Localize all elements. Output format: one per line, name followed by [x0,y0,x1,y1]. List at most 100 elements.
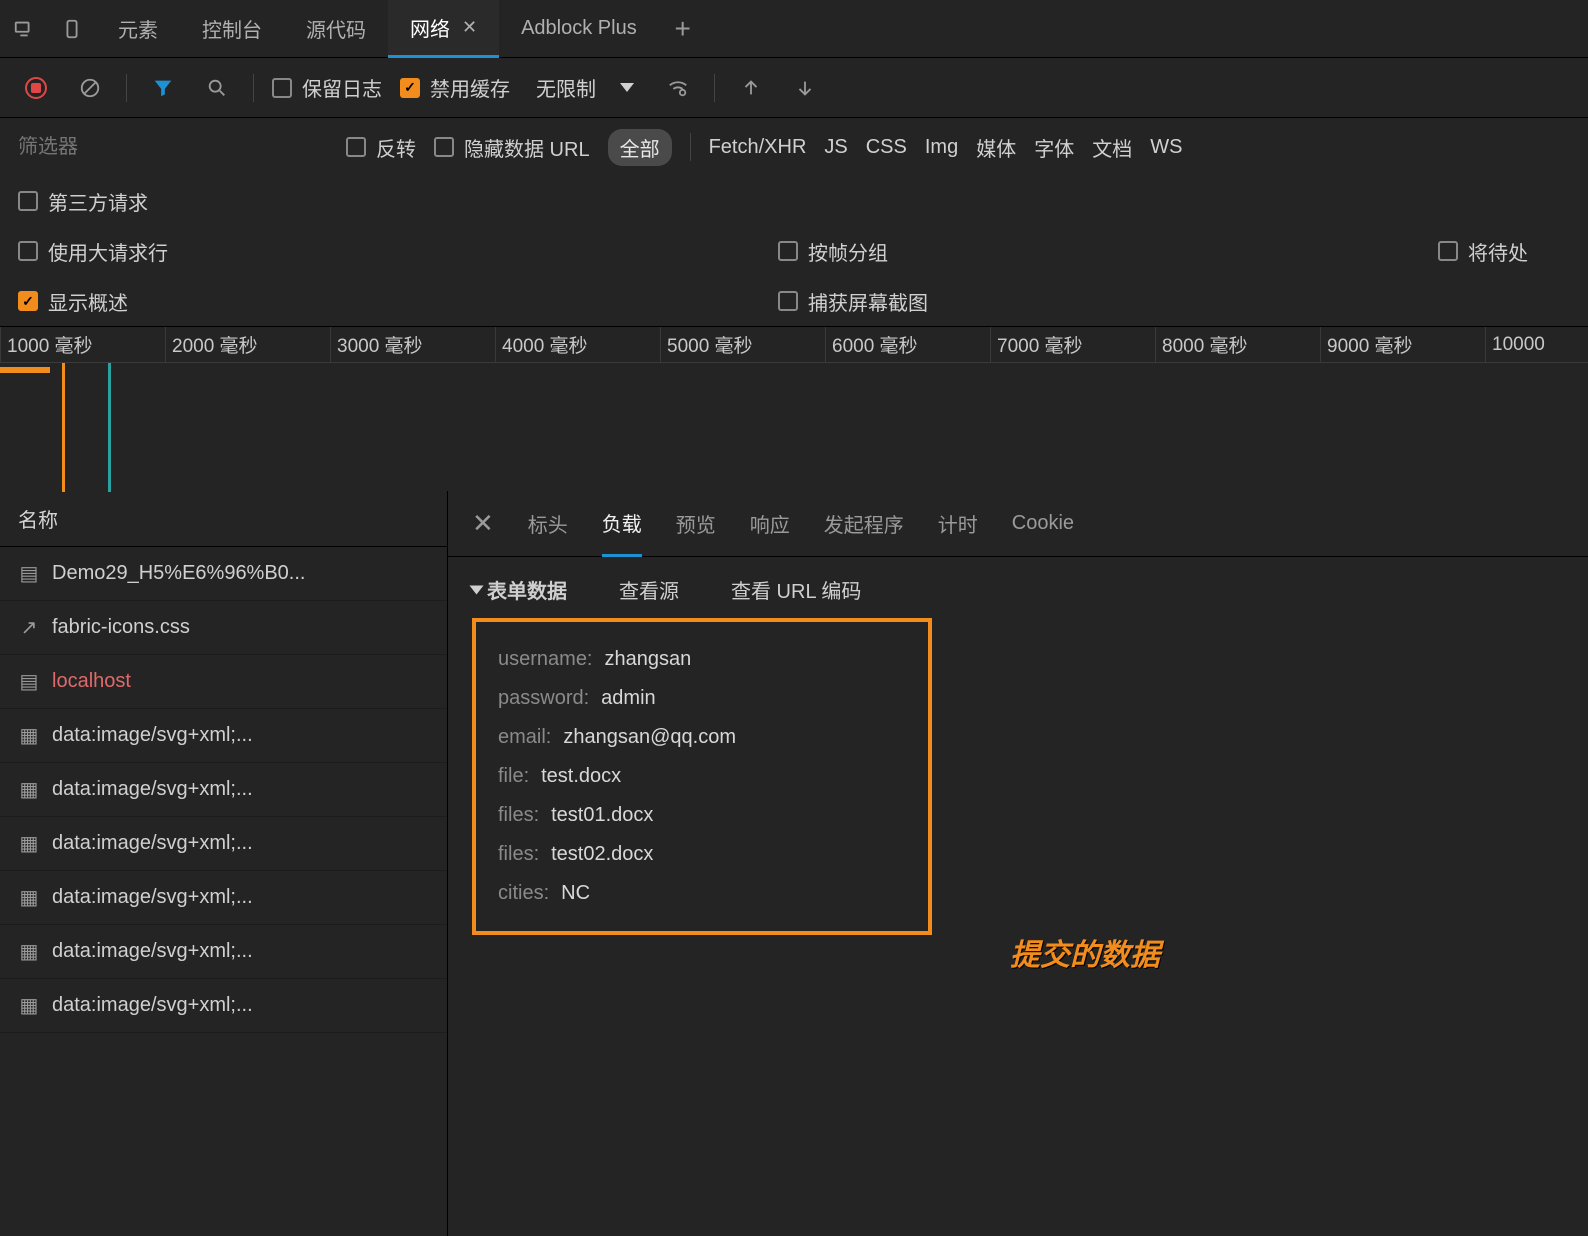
detail-tab-payload[interactable]: 负载 [602,491,642,557]
request-name: data:image/svg+xml;... [52,778,253,801]
filter-type[interactable]: 文档 [1092,133,1132,162]
screenshots-label: 捕获屏幕截图 [808,287,928,316]
payload-panel: 表单数据 查看源 查看 URL 编码 username:zhangsan pas… [448,557,1588,953]
timeline-marker[interactable] [108,363,111,492]
form-row: file:test.docx [498,757,906,796]
timeline-tick: 5000 毫秒 [660,327,825,362]
close-icon[interactable]: ✕ [462,17,477,38]
form-key: cities: [498,882,549,905]
timeline[interactable]: 1000 毫秒 2000 毫秒 3000 毫秒 4000 毫秒 5000 毫秒 … [0,326,1588,491]
timeline-marker[interactable] [62,363,65,492]
wifi-settings-icon[interactable] [660,70,696,106]
filter-type[interactable]: Img [925,136,958,159]
filter-type[interactable]: WS [1150,136,1182,159]
preserve-log-checkbox[interactable]: 保留日志 [272,73,382,102]
detail-tab-preview[interactable]: 预览 [676,491,716,557]
timeline-tick: 10000 [1485,327,1588,362]
tab-sources[interactable]: 源代码 [284,0,388,58]
filter-type[interactable]: JS [824,136,847,159]
add-tab-icon[interactable]: + [659,0,707,58]
annotation-label: 提交的数据 [1010,930,1160,974]
filter-type[interactable]: Fetch/XHR [709,136,807,159]
pending-label: 将待处 [1468,237,1528,266]
request-name: fabric-icons.css [52,616,190,639]
throttling-select[interactable]: 无限制 [528,73,642,102]
request-item[interactable]: ↗fabric-icons.css [0,601,447,655]
show-overview-checkbox[interactable]: 显示概述 [18,287,718,316]
options-row-2: 使用大请求行 按帧分组 将待处 [0,226,1588,276]
invert-checkbox[interactable]: 反转 [346,133,416,162]
request-item[interactable]: ▦data:image/svg+xml;... [0,709,447,763]
screenshots-checkbox[interactable]: 捕获屏幕截图 [778,287,1258,316]
timeline-tick: 1000 毫秒 [0,327,165,362]
group-frame-checkbox[interactable]: 按帧分组 [778,237,1378,266]
mobile-icon[interactable] [48,0,96,58]
detail-tab-response[interactable]: 响应 [750,491,790,557]
detail-tab-initiator[interactable]: 发起程序 [824,491,904,557]
form-val: test.docx [541,765,621,788]
detail-tabs: ✕ 标头 负载 预览 响应 发起程序 计时 Cookie [448,491,1588,557]
close-detail-icon[interactable]: ✕ [472,508,494,539]
request-item[interactable]: ▦data:image/svg+xml;... [0,925,447,979]
search-icon[interactable] [199,70,235,106]
large-rows-checkbox[interactable]: 使用大请求行 [18,237,718,266]
form-val: zhangsan [605,648,692,671]
view-encoded-link[interactable]: 查看 URL 编码 [731,575,861,604]
request-item[interactable]: ▤ Demo29_H5%E6%96%B0... [0,547,447,601]
filter-type[interactable]: 字体 [1034,133,1074,162]
main-tabs: 元素 控制台 源代码 网络✕ Adblock Plus + [0,0,1588,58]
form-row: cities:NC [498,874,906,913]
disable-cache-label: 禁用缓存 [430,73,510,102]
form-row: email:zhangsan@qq.com [498,718,906,757]
view-source-link[interactable]: 查看源 [619,575,679,604]
image-icon: ▦ [18,887,40,909]
disable-cache-checkbox[interactable]: 禁用缓存 [400,73,510,102]
request-item[interactable]: ▦data:image/svg+xml;... [0,871,447,925]
upload-icon[interactable] [733,70,769,106]
timeline-tick: 6000 毫秒 [825,327,990,362]
timeline-tick: 9000 毫秒 [1320,327,1485,362]
pending-checkbox[interactable]: 将待处 [1438,237,1588,266]
tab-console[interactable]: 控制台 [180,0,284,58]
preserve-log-label: 保留日志 [302,73,382,102]
filter-icon[interactable] [145,70,181,106]
form-row: files:test01.docx [498,796,906,835]
filter-type[interactable]: CSS [866,136,907,159]
detail-tab-headers[interactable]: 标头 [528,491,568,557]
timeline-tick: 7000 毫秒 [990,327,1155,362]
form-row: username:zhangsan [498,640,906,679]
device-icon[interactable] [0,0,48,58]
invert-label: 反转 [376,133,416,162]
form-key: files: [498,843,539,866]
tab-elements[interactable]: 元素 [96,0,180,58]
request-name: data:image/svg+xml;... [52,832,253,855]
download-icon[interactable] [787,70,823,106]
document-icon: ▤ [18,563,40,585]
image-icon: ▦ [18,995,40,1017]
hide-data-url-checkbox[interactable]: 隐藏数据 URL [434,133,590,162]
request-item[interactable]: ▦data:image/svg+xml;... [0,763,447,817]
timeline-tick: 8000 毫秒 [1155,327,1320,362]
filter-all[interactable]: 全部 [608,129,672,166]
record-button[interactable] [18,70,54,106]
filter-type[interactable]: 媒体 [976,133,1016,162]
third-party-checkbox[interactable]: 第三方请求 [18,187,498,216]
request-item[interactable]: ▦data:image/svg+xml;... [0,817,447,871]
filter-input[interactable] [18,136,328,159]
triangle-down-icon[interactable] [470,585,484,594]
tab-network[interactable]: 网络✕ [388,0,499,58]
detail-tab-timing[interactable]: 计时 [938,491,978,557]
form-val: test02.docx [551,843,653,866]
throttling-value: 无限制 [536,73,596,102]
request-item-selected[interactable]: ▤localhost [0,655,447,709]
form-row: password:admin [498,679,906,718]
request-detail: ✕ 标头 负载 预览 响应 发起程序 计时 Cookie 表单数据 查看源 查看… [448,491,1588,1236]
tab-adblock[interactable]: Adblock Plus [499,0,659,58]
clear-icon[interactable] [72,70,108,106]
request-item[interactable]: ▦data:image/svg+xml;... [0,979,447,1033]
detail-tab-cookies[interactable]: Cookie [1012,491,1074,557]
request-name: Demo29_H5%E6%96%B0... [52,562,305,585]
request-list-header[interactable]: 名称 [0,491,447,547]
request-list: 名称 ▤ Demo29_H5%E6%96%B0... ↗fabric-icons.… [0,491,448,1236]
form-key: email: [498,726,551,749]
